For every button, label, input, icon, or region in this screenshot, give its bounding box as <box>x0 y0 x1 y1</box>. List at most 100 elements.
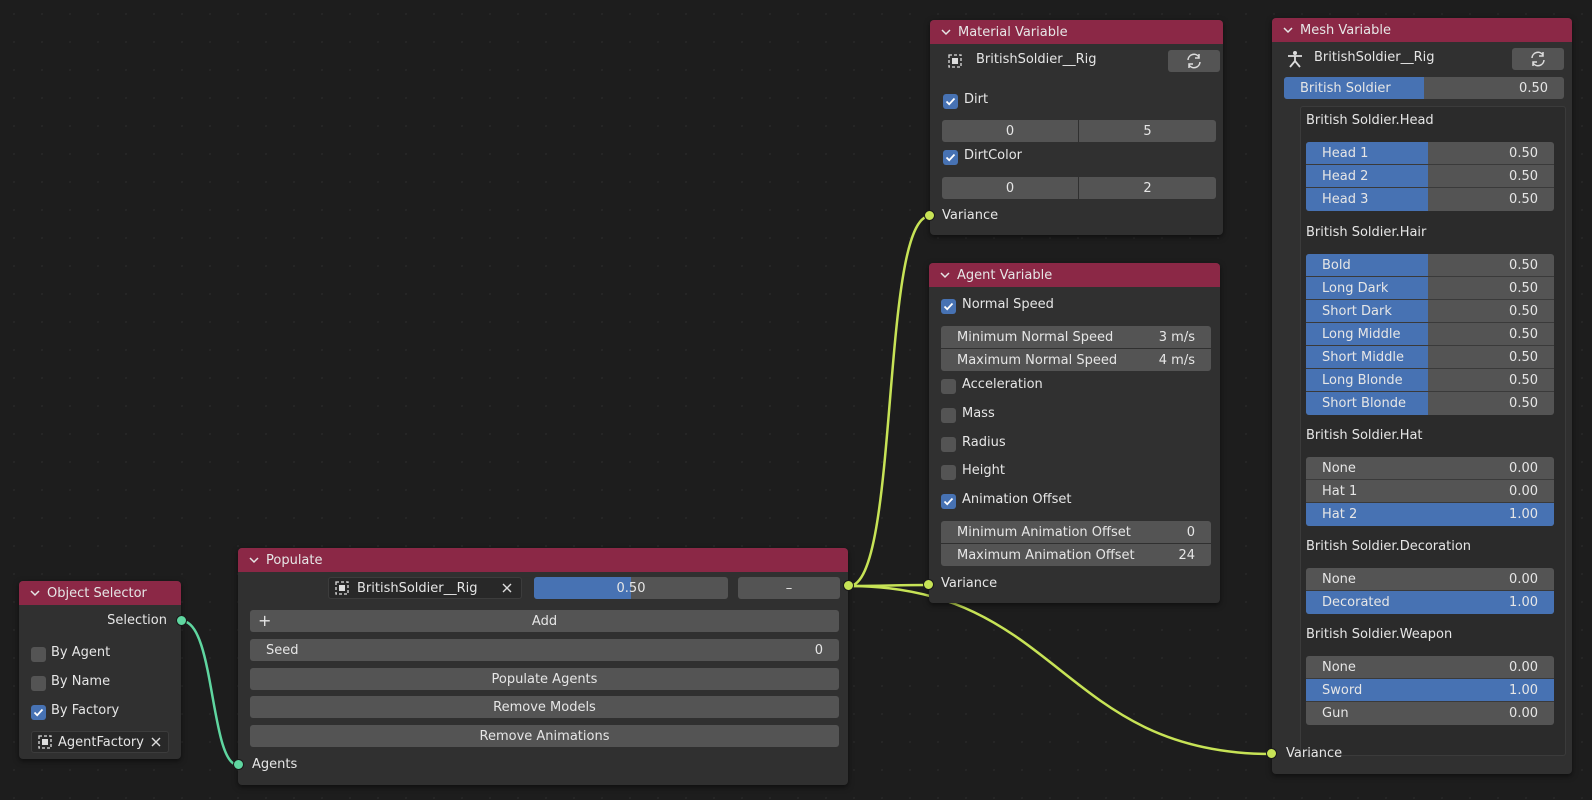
agent-variable-node[interactable]: Agent Variable Normal Speed Minimum Norm… <box>929 263 1220 603</box>
mesh-item-short-dark[interactable]: Short Dark 0.50 <box>1306 300 1554 323</box>
link-populate-mesh[interactable] <box>848 584 1273 756</box>
node-header[interactable]: Mesh Variable <box>1272 18 1572 42</box>
mesh-item-value: 0.00 <box>1509 483 1538 499</box>
remove-animations-button[interactable]: Remove Animations <box>250 725 839 747</box>
node-title: Object Selector <box>47 585 147 601</box>
height-checkbox[interactable] <box>941 465 956 480</box>
selection-output-socket[interactable] <box>176 615 187 626</box>
mesh-variable-node[interactable]: Mesh Variable BritishSoldier__Rig Britis… <box>1272 18 1572 774</box>
animation-offset-checkbox[interactable] <box>941 494 956 509</box>
agents-input-socket[interactable] <box>233 759 244 770</box>
mass-checkbox[interactable] <box>941 408 956 423</box>
mesh-item-name: Gun <box>1322 706 1349 721</box>
group-items-decoration: None 0.00 Decorated 1.00 <box>1306 568 1554 614</box>
populate-weight-slider[interactable]: 0.50 <box>534 577 728 599</box>
variance-input-label: Variance <box>1286 746 1343 761</box>
link-selection-agents[interactable] <box>181 619 239 767</box>
max-normal-speed-label: Maximum Normal Speed <box>957 352 1118 368</box>
mesh-item-short-blonde[interactable]: Short Blonde 0.50 <box>1306 392 1554 415</box>
mesh-item-name: Short Blonde <box>1322 396 1406 411</box>
add-label: Add <box>531 613 558 629</box>
populate-output-socket[interactable] <box>843 580 854 591</box>
node-header[interactable]: Populate <box>238 548 848 572</box>
populate-node[interactable]: Populate BritishSoldier__Rig 0.50 – + Ad… <box>238 548 848 785</box>
chevron-down-icon[interactable] <box>940 26 952 38</box>
remove-item-button[interactable]: – <box>738 577 840 599</box>
checkmark-icon <box>945 97 956 106</box>
dirtcolor-checkbox[interactable] <box>943 150 958 165</box>
seed-field[interactable]: Seed 0 <box>250 639 839 661</box>
max-animation-offset-value: 24 <box>1178 547 1195 563</box>
min-normal-speed-value: 3 m/s <box>1158 329 1195 345</box>
dirt-max-field[interactable]: 5 <box>1079 120 1216 142</box>
mesh-item-short-middle[interactable]: Short Middle 0.50 <box>1306 346 1554 369</box>
max-normal-speed-field[interactable]: Maximum Normal Speed 4 m/s <box>941 349 1211 371</box>
mesh-item-long-middle[interactable]: Long Middle 0.50 <box>1306 323 1554 346</box>
factory-field-value: AgentFactory <box>58 734 144 750</box>
mesh-item-value: 0.00 <box>1509 706 1538 721</box>
mesh-item-decorated[interactable]: Decorated 1.00 <box>1306 591 1554 614</box>
chevron-down-icon[interactable] <box>29 587 41 599</box>
by-name-checkbox[interactable] <box>31 676 46 691</box>
acceleration-checkbox[interactable] <box>941 379 956 394</box>
mesh-item-weapon-none[interactable]: None 0.00 <box>1306 656 1554 679</box>
add-button[interactable]: + Add <box>250 610 839 632</box>
dirt-min-field[interactable]: 0 <box>942 120 1078 142</box>
dirtcolor-max-field[interactable]: 2 <box>1079 177 1216 199</box>
chevron-down-icon[interactable] <box>939 269 951 281</box>
refresh-button[interactable] <box>1168 50 1220 72</box>
radius-label: Radius <box>962 435 1006 450</box>
min-animation-offset-field[interactable]: Minimum Animation Offset 0 <box>941 521 1211 543</box>
chevron-down-icon[interactable] <box>1282 24 1294 36</box>
mesh-item-decoration-none[interactable]: None 0.00 <box>1306 568 1554 591</box>
mesh-item-hat-2[interactable]: Hat 2 1.00 <box>1306 503 1554 526</box>
close-icon[interactable] <box>150 736 162 748</box>
remove-models-button[interactable]: Remove Models <box>250 696 839 718</box>
link-populate-material[interactable] <box>848 214 931 588</box>
mesh-item-hat-1[interactable]: Hat 1 0.00 <box>1306 480 1554 503</box>
mesh-item-head-2[interactable]: Head 2 0.50 <box>1306 165 1554 188</box>
mesh-item-head-1[interactable]: Head 1 0.50 <box>1306 142 1554 165</box>
agent-variance-socket[interactable] <box>923 579 934 590</box>
node-header[interactable]: Material Variable <box>930 20 1223 44</box>
node-title: Material Variable <box>958 24 1068 40</box>
populate-agents-button[interactable]: Populate Agents <box>250 668 839 690</box>
mesh-item-value: 0.50 <box>1509 192 1538 207</box>
link-populate-agent[interactable] <box>848 583 930 588</box>
mesh-item-hat-none[interactable]: None 0.00 <box>1306 457 1554 480</box>
group-items-weapon: None 0.00 Sword 1.00 Gun 0.00 <box>1306 656 1554 725</box>
mass-label: Mass <box>962 406 995 421</box>
by-agent-checkbox[interactable] <box>31 647 46 662</box>
close-icon[interactable] <box>501 582 513 594</box>
dirt-checkbox[interactable] <box>943 94 958 109</box>
populate-object-field[interactable]: BritishSoldier__Rig <box>328 577 522 599</box>
radius-checkbox[interactable] <box>941 437 956 452</box>
mesh-item-sword[interactable]: Sword 1.00 <box>1306 679 1554 702</box>
normal-speed-checkbox[interactable] <box>941 299 956 314</box>
checkmark-icon <box>33 708 44 717</box>
by-factory-checkbox[interactable] <box>31 705 46 720</box>
mesh-item-name: Hat 1 <box>1322 483 1358 499</box>
min-normal-speed-field[interactable]: Minimum Normal Speed 3 m/s <box>941 326 1211 348</box>
mesh-item-bold[interactable]: Bold 0.50 <box>1306 254 1554 277</box>
mesh-item-long-dark[interactable]: Long Dark 0.50 <box>1306 277 1554 300</box>
mesh-item-head-3[interactable]: Head 3 0.50 <box>1306 188 1554 211</box>
armature-icon <box>1288 51 1302 68</box>
material-variance-socket[interactable] <box>924 210 935 221</box>
group-items-hair: Bold 0.50 Long Dark 0.50 Short Dark 0.50 Lo… <box>1306 254 1554 415</box>
dirtcolor-min-field[interactable]: 0 <box>942 177 1078 199</box>
mesh-item-long-blonde[interactable]: Long Blonde 0.50 <box>1306 369 1554 392</box>
mesh-variance-socket[interactable] <box>1266 748 1277 759</box>
refresh-button[interactable] <box>1512 48 1564 70</box>
selection-output-label: Selection <box>107 613 167 628</box>
root-weight-slider[interactable]: British Soldier 0.50 <box>1284 77 1564 99</box>
material-variable-node[interactable]: Material Variable BritishSoldier__Rig Di… <box>930 20 1223 235</box>
node-header[interactable]: Agent Variable <box>929 263 1220 287</box>
max-animation-offset-field[interactable]: Maximum Animation Offset 24 <box>941 544 1211 566</box>
mesh-item-gun[interactable]: Gun 0.00 <box>1306 702 1554 725</box>
mesh-item-value: 0.50 <box>1509 257 1538 273</box>
chevron-down-icon[interactable] <box>248 554 260 566</box>
factory-field[interactable]: AgentFactory <box>31 731 169 753</box>
object-selector-node[interactable]: Object Selector Selection By Agent By Na… <box>19 581 181 759</box>
node-header[interactable]: Object Selector <box>19 581 181 605</box>
